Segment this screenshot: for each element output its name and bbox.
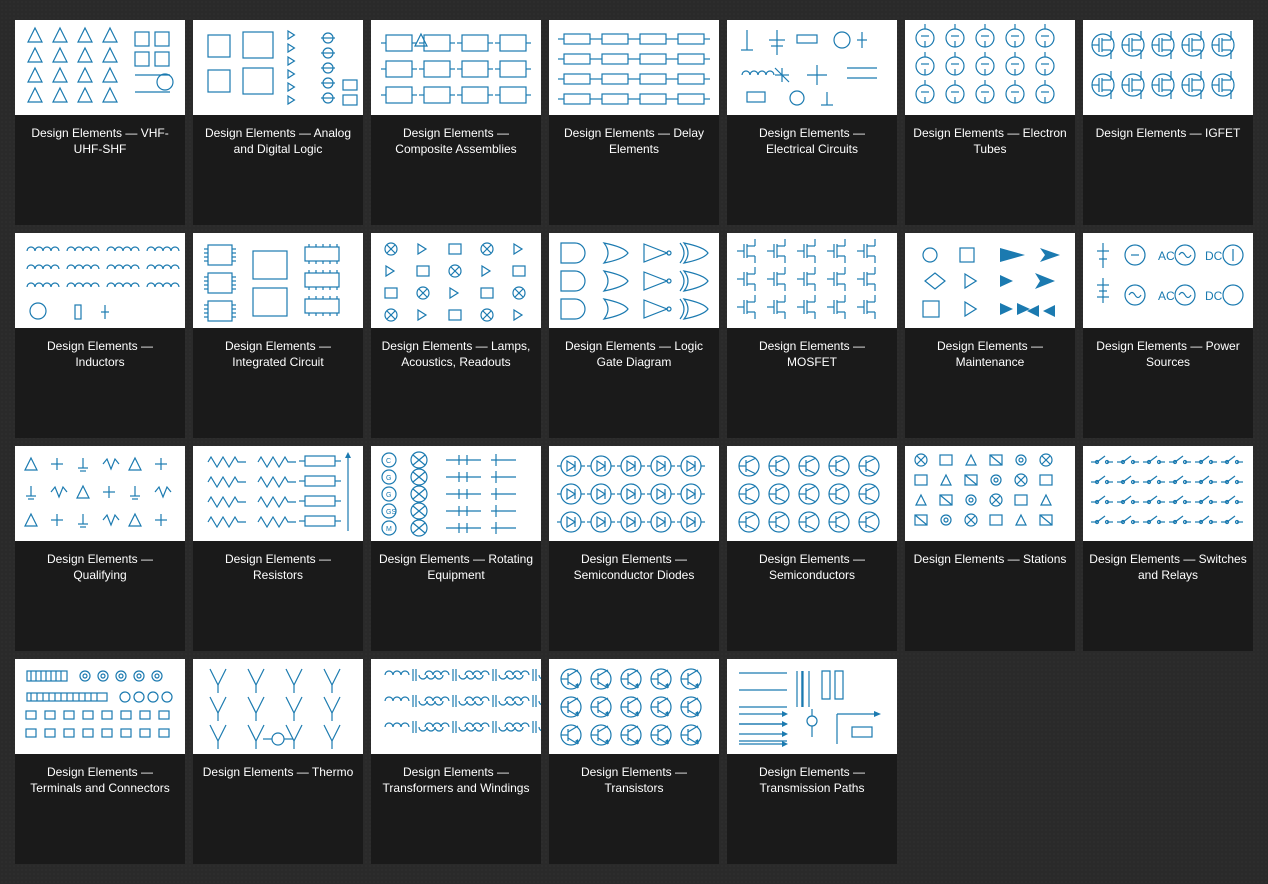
card-label: Design Elements — Lamps, Acoustics, Read… (371, 328, 541, 370)
thumbnail-logic-gate-diagram (549, 233, 719, 328)
card-label: Design Elements — Integrated Circuit (193, 328, 363, 370)
card-label: Design Elements — Composite Assemblies (371, 115, 541, 157)
thumbnail-maintenance (905, 233, 1075, 328)
card-transmission-paths[interactable]: Design Elements — Transmission Paths (727, 659, 897, 864)
card-analog-digital-logic[interactable]: Design Elements — Analog and Digital Log… (193, 20, 363, 225)
card-label: Design Elements — MOSFET (727, 328, 897, 370)
card-label: Design Elements — Delay Elements (549, 115, 719, 157)
card-resistors[interactable]: Design Elements — Resistors (193, 446, 363, 651)
card-label: Design Elements — IGFET (1083, 115, 1253, 141)
card-power-sources[interactable]: AC DC AC DC Design Elements — Power Sources (1083, 233, 1253, 438)
card-label: Design Elements — Stations (905, 541, 1075, 567)
card-transformers-and-windings[interactable]: Design Elements — Transformers and Windi… (371, 659, 541, 864)
thumbnail-switches-and-relays (1083, 446, 1253, 541)
card-integrated-circuit[interactable]: Design Elements — Integrated Circuit (193, 233, 363, 438)
thumbnail-inductors (15, 233, 185, 328)
card-inductors[interactable]: Design Elements — Inductors (15, 233, 185, 438)
card-label: Design Elements — Transmission Paths (727, 754, 897, 796)
svg-text:AC: AC (1158, 289, 1175, 303)
svg-text:GS: GS (386, 509, 396, 516)
thumbnail-integrated-circuit (193, 233, 363, 328)
card-label: Design Elements — Qualifying (15, 541, 185, 583)
card-label: Design Elements — Rotating Equipment (371, 541, 541, 583)
card-switches-and-relays[interactable]: Design Elements — Switches and Relays (1083, 446, 1253, 651)
thumbnail-rotating-equipment: C G G GS M (371, 446, 541, 541)
thumbnail-lamps-acoustics-readouts (371, 233, 541, 328)
card-label: Design Elements — Maintenance (905, 328, 1075, 370)
thumbnail-thermo (193, 659, 363, 754)
thumbnail-transmission-paths (727, 659, 897, 754)
card-rotating-equipment[interactable]: C G G GS M Design Elements — Rotating Equipme… (371, 446, 541, 651)
card-label: Design Elements — VHF-UHF-SHF (15, 115, 185, 157)
svg-text:M: M (386, 526, 392, 533)
card-label: Design Elements — Switches and Relays (1083, 541, 1253, 583)
thumbnail-transistors (549, 659, 719, 754)
svg-text:G: G (386, 475, 391, 482)
card-terminals-and-connectors[interactable]: Design Elements — Terminals and Connecto… (15, 659, 185, 864)
card-label: Design Elements — Power Sources (1083, 328, 1253, 370)
card-logic-gate-diagram[interactable]: Design Elements — Logic Gate Diagram (549, 233, 719, 438)
card-vhf-uhf-shf[interactable]: Design Elements — VHF-UHF-SHF (15, 20, 185, 225)
thumbnail-electrical-circuits (727, 20, 897, 115)
card-mosfet[interactable]: Design Elements — MOSFET (727, 233, 897, 438)
thumbnail-vhf-uhf-shf (15, 20, 185, 115)
card-label: Design Elements — Electron Tubes (905, 115, 1075, 157)
card-label: Design Elements — Terminals and Connecto… (15, 754, 185, 796)
thumbnail-composite-assemblies (371, 20, 541, 115)
card-semiconductors[interactable]: Design Elements — Semiconductors (727, 446, 897, 651)
thumbnail-mosfet (727, 233, 897, 328)
card-label: Design Elements — Transformers and Windi… (371, 754, 541, 796)
svg-text:AC: AC (1158, 249, 1175, 263)
card-label: Design Elements — Resistors (193, 541, 363, 583)
card-label: Design Elements — Inductors (15, 328, 185, 370)
thumbnail-electron-tubes (905, 20, 1075, 115)
card-label: Design Elements — Electrical Circuits (727, 115, 897, 157)
thumbnail-terminals-and-connectors (15, 659, 185, 754)
thumbnail-delay-elements (549, 20, 719, 115)
card-grid: Design Elements — VHF-UHF-SHFDesign Elem… (0, 0, 1268, 884)
card-composite-assemblies[interactable]: Design Elements — Composite Assemblies (371, 20, 541, 225)
svg-text:DC: DC (1205, 289, 1223, 303)
card-qualifying[interactable]: Design Elements — Qualifying (15, 446, 185, 651)
card-thermo[interactable]: Design Elements — Thermo (193, 659, 363, 864)
svg-text:G: G (386, 492, 391, 499)
thumbnail-semiconductors (727, 446, 897, 541)
card-lamps-acoustics-readouts[interactable]: Design Elements — Lamps, Acoustics, Read… (371, 233, 541, 438)
thumbnail-semiconductor-diodes (549, 446, 719, 541)
thumbnail-stations (905, 446, 1075, 541)
card-label: Design Elements — Thermo (193, 754, 363, 780)
card-label: Design Elements — Analog and Digital Log… (193, 115, 363, 157)
card-label: Design Elements — Transistors (549, 754, 719, 796)
card-semiconductor-diodes[interactable]: Design Elements — Semiconductor Diodes (549, 446, 719, 651)
card-igfet[interactable]: Design Elements — IGFET (1083, 20, 1253, 225)
thumbnail-igfet (1083, 20, 1253, 115)
card-electron-tubes[interactable]: Design Elements — Electron Tubes (905, 20, 1075, 225)
card-label: Design Elements — Logic Gate Diagram (549, 328, 719, 370)
svg-text:C: C (386, 458, 391, 465)
thumbnail-power-sources: AC DC AC DC (1083, 233, 1253, 328)
card-maintenance[interactable]: Design Elements — Maintenance (905, 233, 1075, 438)
card-delay-elements[interactable]: Design Elements — Delay Elements (549, 20, 719, 225)
thumbnail-analog-digital-logic (193, 20, 363, 115)
thumbnail-resistors (193, 446, 363, 541)
thumbnail-transformers-and-windings (371, 659, 541, 754)
card-stations[interactable]: Design Elements — Stations (905, 446, 1075, 651)
card-electrical-circuits[interactable]: Design Elements — Electrical Circuits (727, 20, 897, 225)
card-label: Design Elements — Semiconductor Diodes (549, 541, 719, 583)
card-transistors[interactable]: Design Elements — Transistors (549, 659, 719, 864)
thumbnail-qualifying (15, 446, 185, 541)
svg-text:DC: DC (1205, 249, 1223, 263)
card-label: Design Elements — Semiconductors (727, 541, 897, 583)
